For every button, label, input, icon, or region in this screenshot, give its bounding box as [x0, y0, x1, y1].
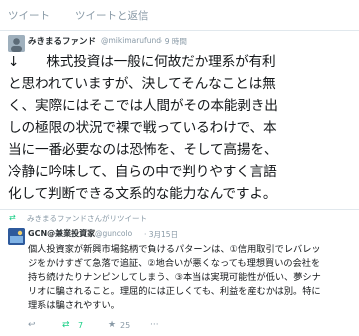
tweet-text-line: 個人投資家が新興市場銘柄で負けるパターンは、①信用取引でレバレッ	[28, 244, 321, 255]
tweet-text: ↓ 株式投資は一般に何故だか理系が有利 と思われていますが、決してそんなことは無…	[8, 51, 354, 205]
tweet-text-line: 化して判断できる文系的な能力なんですよ。	[8, 186, 277, 202]
tab-tweets[interactable]: ツイート	[8, 8, 50, 23]
avatar[interactable]	[8, 35, 25, 52]
tweet-text-line: 持ち続けたりナンピンしてしまう、③本当は実現可能性が低い、夢シナ	[28, 272, 321, 283]
author-handle[interactable]: @guncolo	[95, 229, 132, 238]
tweet-text-line: ↓ 株式投資は一般に何故だか理系が有利	[8, 54, 276, 70]
retweet-notice: ⇄ みきまるファンドさんがリツイート	[0, 212, 359, 224]
tweet[interactable]: GCN@兼業投資家 @guncolo · 3月15日 個人投資家が新興市場銘柄で…	[0, 224, 359, 336]
star-icon[interactable]: ★	[108, 320, 116, 330]
tweet-text-line: 冷静に吟味して、自らの中で判りやすく言語	[8, 164, 277, 180]
tweet-timestamp[interactable]: · 3月15日	[144, 229, 178, 240]
tweet[interactable]: みきまるファンド @mikimarufund · 9 時間 ↓ 株式投資は一般に…	[0, 31, 359, 210]
tweet-text-line: く、実際にはそこでは人間がその本能剥き出	[8, 98, 278, 114]
tweet-text-line: 当に一番必要なのは恐怖を、そして高揚を、	[8, 142, 278, 158]
reply-icon[interactable]: ↩	[28, 320, 36, 330]
profile-tabs: ツイート ツイートと返信	[0, 0, 359, 31]
tweet-text: 個人投資家が新興市場銘柄で負けるパターンは、①信用取引でレバレッ ジをかけすぎて…	[28, 243, 354, 313]
tweet-text-line: ジをかけすぎて急落で追証、②地合いが悪くなっても理想買いの会社を	[28, 258, 321, 269]
avatar-image	[8, 228, 25, 245]
tweet-text-line: しの極限の状況で裸で戦っているわけで、本	[8, 120, 277, 136]
tweet-text-line: と思われていますが、決してそんなことは無	[8, 76, 276, 92]
retweet-icon: ⇄	[9, 213, 16, 222]
more-icon[interactable]: ···	[150, 320, 159, 330]
author-name[interactable]: みきまるファンド	[28, 35, 96, 47]
retweet-icon[interactable]: ⇄	[62, 320, 70, 330]
retweet-notice-text[interactable]: みきまるファンドさんがリツイート	[27, 213, 147, 224]
tab-tweets-and-replies[interactable]: ツイートと返信	[75, 8, 149, 23]
author-handle[interactable]: @mikimarufund	[101, 36, 161, 45]
avatar[interactable]	[8, 228, 25, 245]
tweet-text-line: リオに騙されること。理屈的には正しくても、利益を産むかは別。特に	[28, 286, 321, 297]
retweet-count: 7	[78, 321, 84, 330]
tweet-timestamp[interactable]: · 9 時間	[160, 36, 187, 47]
favorite-count: 25	[120, 321, 131, 330]
avatar-image	[8, 35, 25, 52]
author-name[interactable]: GCN@兼業投資家	[28, 228, 95, 239]
tweet-actions: ↩ ⇄ 7 ★ 25 ···	[28, 320, 348, 332]
tweet-text-line: 理系は騙されやすい。	[28, 300, 120, 311]
